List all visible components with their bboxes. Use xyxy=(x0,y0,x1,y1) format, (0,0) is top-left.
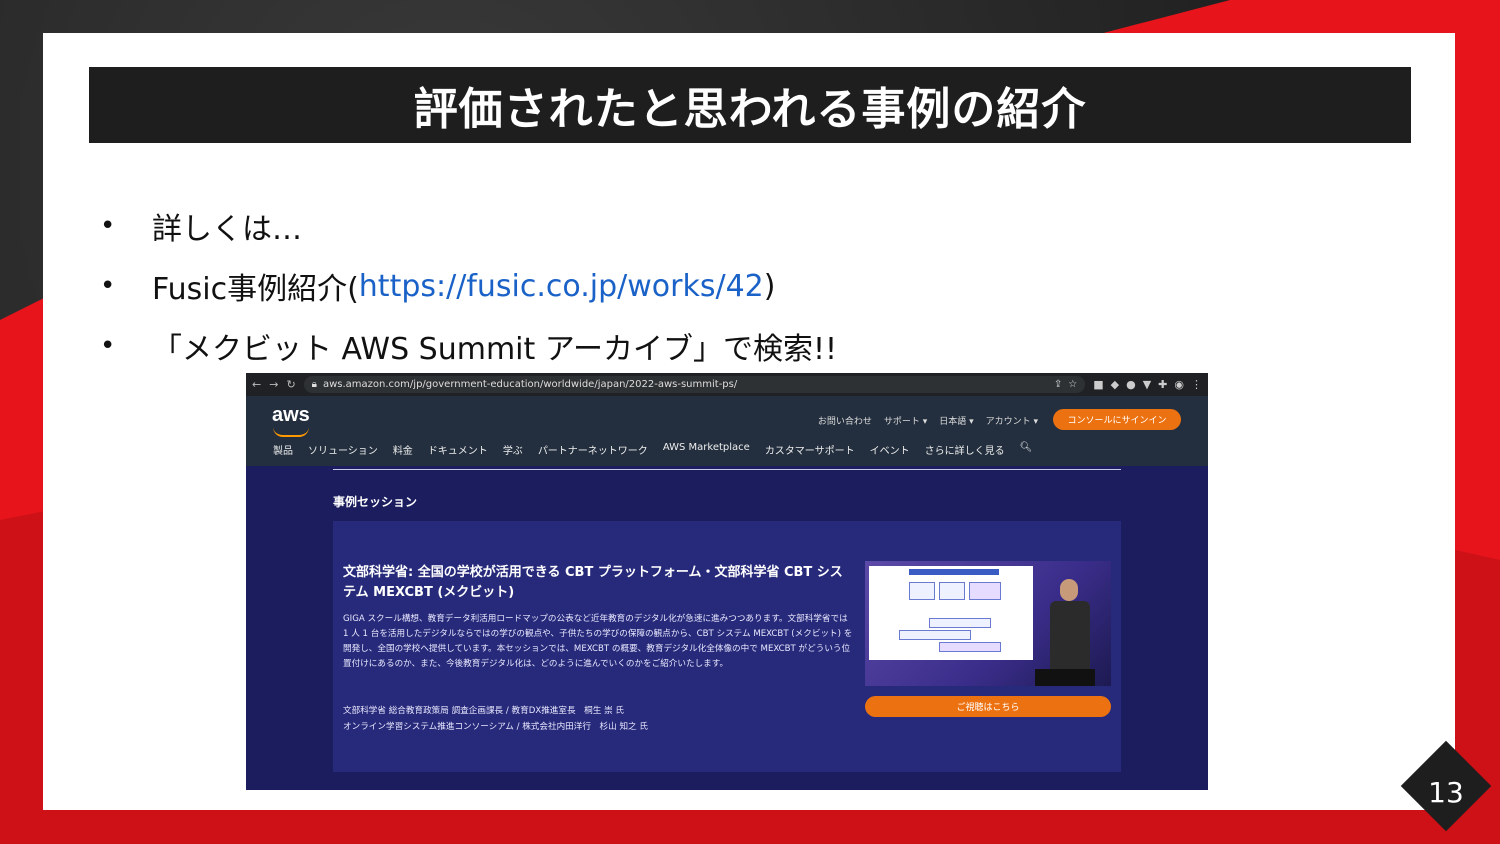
language-link[interactable]: 日本語 ▾ xyxy=(939,414,973,427)
session-title: 文部科学省: 全国の学校が活用できる CBT プラットフォーム・文部科学省 CB… xyxy=(343,565,843,600)
bullet-dot: • xyxy=(100,331,116,361)
page-number: 13 xyxy=(1428,776,1464,809)
nav-item-products[interactable]: 製品 xyxy=(273,442,293,457)
speaker-line: 文部科学省 総合教育政策局 調査企画課長 / 教育DX推進室長 桐生 崇 氏 xyxy=(343,706,625,716)
bullet-text-prefix: Fusic事例紹介( xyxy=(152,272,359,307)
back-icon[interactable]: ← xyxy=(252,378,261,391)
nav-item-solutions[interactable]: ソリューション xyxy=(308,442,378,457)
camera-icon[interactable]: ■ xyxy=(1093,378,1103,391)
star-icon[interactable]: ☆ xyxy=(1068,379,1077,390)
forward-icon[interactable]: → xyxy=(269,378,278,391)
bullet-item: • Fusic事例紹介(https://fusic.co.jp/works/42… xyxy=(100,256,837,316)
nav-item-customer-support[interactable]: カスタマーサポート xyxy=(765,442,855,457)
support-link[interactable]: サポート ▾ xyxy=(884,414,927,427)
lock-icon: 🔒︎ xyxy=(311,379,317,390)
bullet-text: 「メクビット AWS Summit アーカイブ」で検索!! xyxy=(152,332,838,367)
session-video-thumbnail[interactable] xyxy=(865,561,1111,686)
speaker-figure xyxy=(1050,579,1090,681)
bullet-list: • 詳しくは… • Fusic事例紹介(https://fusic.co.jp/… xyxy=(100,196,837,376)
slide-title: 評価されたと思われる事例の紹介 xyxy=(89,67,1411,143)
slide-box xyxy=(939,582,965,600)
slide-box xyxy=(909,582,935,600)
share-icon[interactable]: ⇪ xyxy=(1054,379,1062,390)
aws-nav: 製品 ソリューション 料金 ドキュメント 学ぶ パートナーネットワーク AWS … xyxy=(273,442,1032,457)
puzzle-icon[interactable]: ✚ xyxy=(1158,378,1167,391)
url-text: aws.amazon.com/jp/government-education/w… xyxy=(322,379,738,390)
nav-item-documents[interactable]: ドキュメント xyxy=(428,442,488,457)
session-speakers: 文部科学省 総合教育政策局 調査企画課長 / 教育DX推進室長 桐生 崇 氏 オ… xyxy=(343,703,853,735)
podium xyxy=(1035,669,1095,686)
bullet-dot: • xyxy=(100,211,116,241)
slide-box xyxy=(969,582,1001,600)
nav-item-partner[interactable]: パートナーネットワーク xyxy=(538,442,648,457)
aws-top-links: お問い合わせ サポート ▾ 日本語 ▾ アカウント ▾ xyxy=(818,414,1038,427)
presentation-slide-image xyxy=(869,566,1033,660)
aws-logo[interactable]: aws xyxy=(272,404,310,427)
bullet-item: • 「メクビット AWS Summit アーカイブ」で検索!! xyxy=(100,316,837,376)
browser-toolbar: ← → ↻ 🔒︎ aws.amazon.com/jp/government-ed… xyxy=(246,373,1208,396)
session-card: 文部科学省: 全国の学校が活用できる CBT プラットフォーム・文部科学省 CB… xyxy=(333,521,1121,772)
account-link[interactable]: アカウント ▾ xyxy=(986,414,1038,427)
section-divider xyxy=(333,469,1121,470)
watch-button[interactable]: ご視聴はこちら xyxy=(865,696,1111,717)
slide-title-text: 評価されたと思われる事例の紹介 xyxy=(413,84,1087,135)
console-signin-button[interactable]: コンソールにサインイン xyxy=(1053,409,1181,430)
aws-smile-icon xyxy=(273,427,309,437)
address-bar[interactable]: 🔒︎ aws.amazon.com/jp/government-educatio… xyxy=(303,376,1086,393)
search-icon[interactable]: 🔍︎ xyxy=(1020,442,1033,457)
extension-icon[interactable]: ◆ xyxy=(1111,378,1119,391)
nav-item-marketplace[interactable]: AWS Marketplace xyxy=(663,442,750,457)
aws-header: aws お問い合わせ サポート ▾ 日本語 ▾ アカウント ▾ コンソールにサイ… xyxy=(246,396,1208,466)
profile-avatar[interactable]: ◉ xyxy=(1174,378,1184,391)
nav-item-learn[interactable]: 学ぶ xyxy=(503,442,523,457)
extension-icon[interactable]: ▼ xyxy=(1143,378,1151,391)
speaker-line: オンライン学習システム推進コンソーシアム / 株式会社内田洋行 杉山 知之 氏 xyxy=(343,722,648,732)
extension-icons: ■ ◆ ● ▼ ✚ ◉ ⋮ xyxy=(1093,378,1202,391)
bullet-item: • 詳しくは… xyxy=(100,196,837,256)
slide-header-bar xyxy=(909,569,999,575)
bullet-text-suffix: ) xyxy=(763,268,776,304)
bullet-dot: • xyxy=(100,271,116,301)
slide-box xyxy=(899,630,971,640)
embedded-screenshot: ← → ↻ 🔒︎ aws.amazon.com/jp/government-ed… xyxy=(246,373,1208,790)
reload-icon[interactable]: ↻ xyxy=(286,378,295,391)
contact-link[interactable]: お問い合わせ xyxy=(818,414,872,427)
extension-icon[interactable]: ● xyxy=(1126,378,1136,391)
slide-box xyxy=(939,642,1001,652)
nav-item-pricing[interactable]: 料金 xyxy=(393,442,413,457)
section-title: 事例セッション xyxy=(333,495,418,509)
menu-icon[interactable]: ⋮ xyxy=(1191,378,1202,391)
slide-box xyxy=(929,618,991,628)
session-description: GIGA スクール構想、教育データ利活用ロードマップの公表など近年教育のデジタル… xyxy=(343,614,853,669)
bullet-text: 詳しくは… xyxy=(152,212,302,247)
nav-item-events[interactable]: イベント xyxy=(870,442,910,457)
fusic-works-link[interactable]: https://fusic.co.jp/works/42 xyxy=(359,269,764,304)
nav-item-more[interactable]: さらに詳しく見る xyxy=(925,442,1005,457)
speaker-head xyxy=(1060,579,1078,601)
